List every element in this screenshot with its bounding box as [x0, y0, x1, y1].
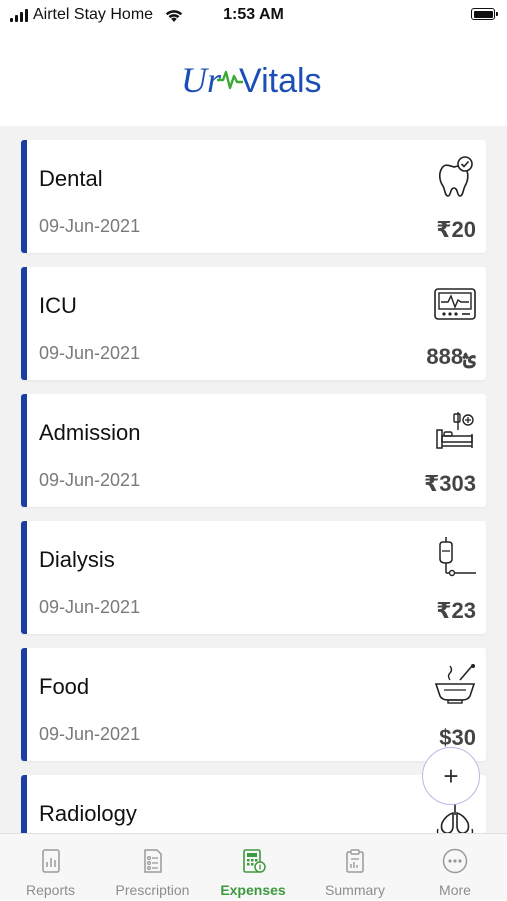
- iv-bag-icon: [439, 537, 476, 577]
- tab-more[interactable]: More: [405, 834, 505, 901]
- svg-text:Ur: Ur: [181, 60, 222, 100]
- expense-card-food[interactable]: Food 09-Jun-2021 $30: [21, 648, 486, 761]
- battery-icon: [471, 8, 498, 20]
- expense-card-dental[interactable]: Dental 09-Jun-2021 ₹20: [21, 140, 486, 253]
- expense-amount: ₹23: [436, 598, 476, 623]
- expense-date: 09-Jun-2021: [39, 470, 141, 490]
- tab-label: More: [439, 882, 471, 898]
- expense-amount: 888ؿ: [426, 344, 476, 369]
- chart-icon: [41, 849, 60, 873]
- summary-icon: [346, 849, 364, 873]
- bottom-tab-bar: Reports Prescription Expenses Summary Mo…: [0, 833, 507, 900]
- expense-title: Food: [39, 674, 90, 699]
- status-time: 1:53 AM: [223, 6, 284, 23]
- expense-date: 09-Jun-2021: [39, 216, 141, 236]
- food-bowl-icon: [434, 664, 476, 704]
- expense-title: Radiology: [39, 801, 137, 826]
- expense-title: Admission: [39, 420, 141, 445]
- expense-title: ICU: [39, 293, 77, 318]
- expense-date: 09-Jun-2021: [39, 597, 141, 617]
- expense-title: Dental: [39, 166, 103, 191]
- hospital-bed-icon: [436, 412, 474, 449]
- expense-date: 09-Jun-2021: [39, 343, 141, 363]
- svg-text:Vitals: Vitals: [239, 62, 322, 100]
- tab-reports[interactable]: Reports: [2, 834, 99, 901]
- tab-label: Expenses: [220, 882, 286, 898]
- plus-icon: +: [443, 760, 459, 791]
- tab-prescription[interactable]: Prescription: [102, 834, 203, 901]
- expense-card-dialysis[interactable]: Dialysis 09-Jun-2021 ₹23: [21, 521, 486, 634]
- expense-card-admission[interactable]: Admission 09-Jun-2021 ₹303: [21, 394, 486, 507]
- tooth-icon: [438, 156, 473, 197]
- expense-title: Dialysis: [39, 547, 115, 572]
- prescription-icon: [143, 849, 162, 873]
- tab-expenses[interactable]: Expenses: [203, 834, 303, 901]
- app-header: Ur Vitals: [0, 30, 507, 126]
- tab-label: Prescription: [115, 882, 190, 898]
- urvitals-logo: Ur Vitals: [181, 60, 322, 100]
- status-bar: Airtel Stay Home 1:53 AM: [0, 0, 507, 30]
- expense-amount: ₹303: [423, 471, 476, 496]
- expense-card-icu[interactable]: ICU 09-Jun-2021 888ؿ: [21, 267, 486, 380]
- expense-date: 09-Jun-2021: [39, 724, 141, 744]
- tab-summary[interactable]: Summary: [305, 834, 405, 901]
- expenses-icon: [243, 849, 266, 873]
- app-logo: Ur Vitals: [0, 56, 507, 102]
- tab-label: Summary: [325, 882, 385, 898]
- more-icon: [442, 848, 468, 874]
- expense-amount: ₹20: [436, 217, 476, 242]
- expenses-list[interactable]: Dental 09-Jun-2021 ₹20 ICU 09-Jun-2021 8…: [0, 126, 507, 833]
- expense-card-radiology[interactable]: Radiology: [21, 775, 486, 833]
- tab-label: Reports: [25, 882, 76, 898]
- add-expense-button[interactable]: +: [422, 747, 480, 805]
- monitor-icon: [434, 288, 476, 320]
